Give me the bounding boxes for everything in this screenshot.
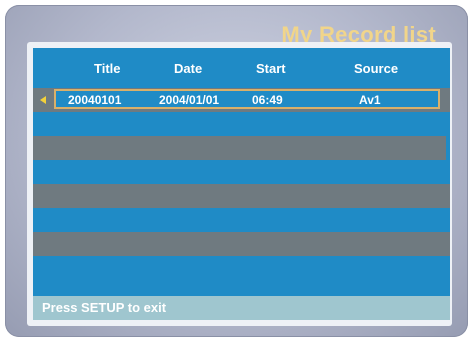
column-header-title: Title [94,61,121,76]
column-header-date: Date [174,61,203,76]
footer-bar: Press SETUP to exit [33,296,450,320]
table-row[interactable] [33,136,446,160]
table-row[interactable] [33,208,450,232]
left-triangle-icon [40,96,46,104]
table-row[interactable] [33,160,450,184]
column-header-start: Start [256,61,286,76]
table-row[interactable] [33,112,450,136]
footer-hint: Press SETUP to exit [42,300,167,315]
column-header-source: Source [354,61,399,76]
selection-highlight[interactable]: 20040101 2004/01/01 06:49 Av1 [54,89,440,109]
record-start: 06:49 [252,93,283,107]
table-row-selected[interactable]: 20040101 2004/01/01 06:49 Av1 [33,88,450,112]
table-row[interactable] [33,256,450,280]
record-list: Title Date Start Source 20040101 2004/01… [33,48,450,296]
table-row[interactable] [33,232,450,256]
record-source: Av1 [359,93,381,107]
table-row[interactable] [33,280,450,296]
table-header: Title Date Start Source [33,48,450,88]
table-row[interactable] [33,184,450,208]
record-date: 2004/01/01 [159,93,220,107]
record-title: 20040101 [68,93,122,107]
